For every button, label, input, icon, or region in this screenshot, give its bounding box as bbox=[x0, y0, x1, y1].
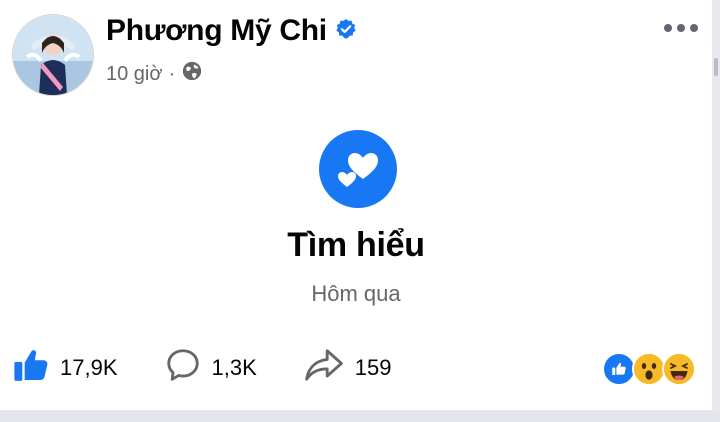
post-card: Phương Mỹ Chi 10 giờ · Tìm hiểu Hôm qua … bbox=[0, 0, 712, 410]
author-avatar[interactable] bbox=[12, 14, 94, 96]
comment-icon bbox=[164, 346, 202, 390]
share-button[interactable]: 159 bbox=[303, 346, 392, 390]
scrollbar[interactable] bbox=[712, 0, 720, 422]
post-time[interactable]: 10 giờ bbox=[106, 63, 162, 86]
like-button[interactable]: 17,9K bbox=[12, 346, 118, 390]
like-count: 17,9K bbox=[60, 355, 118, 380]
reaction-summary[interactable] bbox=[602, 352, 696, 386]
haha-reaction-icon bbox=[662, 352, 696, 386]
life-event-date: Hôm qua bbox=[311, 281, 401, 306]
post-actions: 17,9K 1,3K 159 bbox=[12, 346, 437, 390]
more-options-icon[interactable] bbox=[664, 24, 698, 32]
thumbs-up-icon bbox=[12, 346, 50, 390]
author-name[interactable]: Phương Mỹ Chi bbox=[106, 14, 327, 48]
like-reaction-icon bbox=[602, 352, 636, 386]
verified-badge-icon bbox=[335, 18, 357, 45]
author-row: Phương Mỹ Chi bbox=[106, 14, 357, 48]
wow-reaction-icon bbox=[632, 352, 666, 386]
hearts-icon bbox=[319, 130, 397, 208]
comment-count: 1,3K bbox=[211, 355, 257, 380]
feed-divider bbox=[0, 410, 720, 422]
meta-separator: · bbox=[168, 62, 176, 85]
share-count: 159 bbox=[354, 355, 392, 380]
life-event-title: Tìm hiểu bbox=[287, 226, 425, 264]
post-meta: 10 giờ · bbox=[106, 60, 203, 88]
comment-button[interactable]: 1,3K bbox=[164, 346, 257, 390]
share-arrow-icon bbox=[303, 346, 345, 390]
globe-icon[interactable] bbox=[181, 60, 203, 88]
